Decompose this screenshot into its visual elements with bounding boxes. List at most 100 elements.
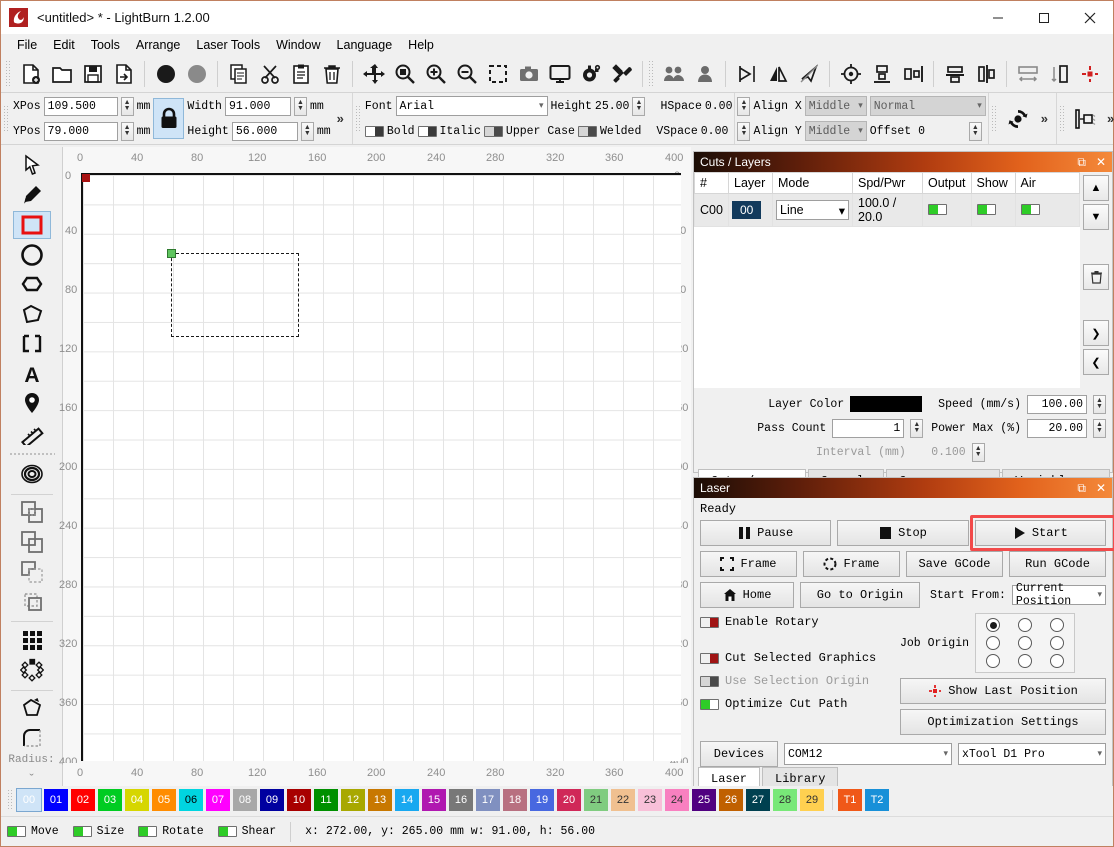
frame-round-button[interactable]: Frame xyxy=(803,551,900,577)
palette-swatch-10[interactable]: 10 xyxy=(287,789,311,811)
cut-selected-toggle[interactable] xyxy=(700,652,719,664)
palette-swatch-22[interactable]: 22 xyxy=(611,789,635,811)
palette-swatch-17[interactable]: 17 xyxy=(476,789,500,811)
propbar-grip[interactable] xyxy=(3,104,10,133)
font-select[interactable]: Arial ▾ xyxy=(395,96,548,116)
size-toggle-item[interactable]: Size xyxy=(72,825,124,838)
toolbar-grip[interactable] xyxy=(5,60,12,88)
table-row[interactable]: C00 00 Line ▾ 100.0 / 20.0 xyxy=(694,193,1080,227)
welded-toggle[interactable] xyxy=(577,125,597,137)
palette-swatch-18[interactable]: 18 xyxy=(503,789,527,811)
palette-swatch-15[interactable]: 15 xyxy=(422,789,446,811)
palette-swatch-27[interactable]: 27 xyxy=(746,789,770,811)
height-spinner[interactable]: ▲ ▼ xyxy=(300,121,314,141)
show-last-position-button[interactable]: Show Last Position xyxy=(900,678,1106,704)
menu-window[interactable]: Window xyxy=(268,36,328,54)
restore-icon[interactable]: ⧉ xyxy=(1077,481,1086,496)
palette-swatch-14[interactable]: 14 xyxy=(395,789,419,811)
offset-shapes-tool[interactable] xyxy=(13,460,51,488)
palette-swatch-28[interactable]: 28 xyxy=(773,789,797,811)
paste-icon[interactable] xyxy=(285,59,316,90)
power-max-spinner[interactable]: ▲ ▼ xyxy=(1093,418,1106,438)
monitor-icon[interactable] xyxy=(544,59,575,90)
palette-swatch-21[interactable]: 21 xyxy=(584,789,608,811)
offset-group-expand-chevron[interactable]: » xyxy=(1101,111,1114,126)
boolean-cut-tool[interactable] xyxy=(13,588,51,616)
work-area-grid[interactable] xyxy=(81,173,681,761)
xpos-spinner[interactable]: ▲ ▼ xyxy=(120,96,134,116)
palette-swatch-05[interactable]: 05 xyxy=(152,789,176,811)
flip-vertical-icon[interactable] xyxy=(762,59,793,90)
layer-color-badge[interactable]: 00 xyxy=(732,201,762,219)
palette-swatch-29[interactable]: 29 xyxy=(800,789,824,811)
menu-language[interactable]: Language xyxy=(329,36,401,54)
tool-palette-more-chevron[interactable]: ˇ xyxy=(28,772,36,787)
show-toggle[interactable] xyxy=(976,204,996,215)
height-input[interactable] xyxy=(231,121,298,141)
palette-swatch-02[interactable]: 02 xyxy=(71,789,95,811)
camera-icon[interactable] xyxy=(513,59,544,90)
align-y-select[interactable]: Middle ▾ xyxy=(804,121,867,141)
undo-icon[interactable] xyxy=(150,59,181,90)
close-button[interactable] xyxy=(1067,1,1113,34)
zoom-fit-icon[interactable] xyxy=(389,59,420,90)
rotate-group-expand-chevron[interactable]: » xyxy=(1035,111,1054,126)
size-toggle[interactable] xyxy=(72,826,92,837)
move-toggle-item[interactable]: Move xyxy=(7,825,59,838)
flip-horizontal-icon[interactable] xyxy=(731,59,762,90)
palette-swatch-11[interactable]: 11 xyxy=(314,789,338,811)
trace-tool[interactable] xyxy=(13,694,51,722)
offsetbar-grip[interactable] xyxy=(1059,104,1067,133)
vertical-ruler-left[interactable]: 0 40 80 120 160 200 240 280 320 360 400 xyxy=(59,170,81,787)
home-button[interactable]: Home xyxy=(700,582,794,608)
maximize-button[interactable] xyxy=(1021,1,1067,34)
width-input[interactable] xyxy=(224,96,291,116)
palette-swatch-09[interactable]: 09 xyxy=(260,789,284,811)
palette-swatch-04[interactable]: 04 xyxy=(125,789,149,811)
settings-gear-icon[interactable] xyxy=(575,59,606,90)
palette-swatch-01[interactable]: 01 xyxy=(44,789,68,811)
align-x-select[interactable]: Middle ▾ xyxy=(804,96,867,116)
zoom-out-icon[interactable] xyxy=(451,59,482,90)
edit-nodes-tool[interactable] xyxy=(13,330,51,358)
zoom-in-icon[interactable] xyxy=(420,59,451,90)
palette-swatch-24[interactable]: 24 xyxy=(665,789,689,811)
job-origin-grid[interactable] xyxy=(975,613,1076,673)
toolbar-grip-2[interactable] xyxy=(648,60,655,88)
job-origin-top-right[interactable] xyxy=(1050,618,1065,632)
shear-toggle[interactable] xyxy=(217,826,237,837)
delete-icon[interactable] xyxy=(1083,264,1109,290)
job-origin-middle-left[interactable] xyxy=(986,636,1001,650)
menu-laser-tools[interactable]: Laser Tools xyxy=(188,36,268,54)
redo-icon[interactable] xyxy=(181,59,212,90)
port-select[interactable]: COM12 ▾ xyxy=(784,743,952,765)
job-origin-bottom-right[interactable] xyxy=(1050,654,1065,668)
move-right-icon[interactable]: ❯ xyxy=(1083,320,1109,346)
export-icon[interactable] xyxy=(108,59,139,90)
align-center-icon[interactable] xyxy=(835,59,866,90)
enable-rotary-toggle[interactable] xyxy=(700,616,719,628)
offset-shape-icon[interactable] xyxy=(1069,103,1101,135)
text-tool[interactable]: A xyxy=(13,360,51,388)
offset-spinner[interactable]: ▲ ▼ xyxy=(968,121,982,141)
width-spinner[interactable]: ▲ ▼ xyxy=(293,96,307,116)
close-path-icon[interactable] xyxy=(793,59,824,90)
align-x-spinner[interactable]: ▲ ▼ xyxy=(737,96,751,116)
selection-handle-green[interactable] xyxy=(167,249,176,258)
align-top-icon[interactable] xyxy=(897,59,928,90)
rotatebar-grip[interactable] xyxy=(990,104,998,133)
menu-file[interactable]: File xyxy=(9,36,45,54)
cut-selected-option[interactable]: Cut Selected Graphics xyxy=(700,651,900,665)
stop-button[interactable]: Stop xyxy=(837,520,969,546)
save-icon[interactable] xyxy=(77,59,108,90)
menu-edit[interactable]: Edit xyxy=(45,36,83,54)
start-button[interactable]: Start xyxy=(974,520,1106,546)
rotate-toggle[interactable] xyxy=(138,826,158,837)
align-y-spinner[interactable]: ▲ ▼ xyxy=(737,121,751,141)
ypos-input[interactable] xyxy=(43,121,118,141)
palette-swatch-19[interactable]: 19 xyxy=(530,789,554,811)
palette-swatch-16[interactable]: 16 xyxy=(449,789,473,811)
xpos-input[interactable] xyxy=(43,96,118,116)
move-icon[interactable] xyxy=(358,59,389,90)
position-tool[interactable] xyxy=(13,389,51,417)
